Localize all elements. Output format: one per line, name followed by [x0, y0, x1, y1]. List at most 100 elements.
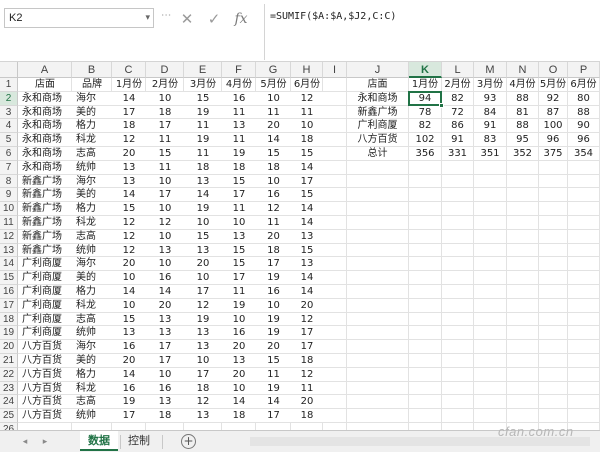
table-header-cell[interactable]: 2月份: [146, 78, 184, 92]
sales-cell[interactable]: 18: [291, 133, 323, 147]
sales-cell[interactable]: 16: [146, 381, 184, 396]
sales-cell[interactable]: 20: [291, 298, 323, 313]
sales-cell[interactable]: 11: [146, 160, 184, 175]
row-header-5[interactable]: 5: [0, 133, 18, 147]
summary-header-cell[interactable]: 1月份: [409, 78, 442, 92]
brand-cell[interactable]: 统帅: [72, 326, 112, 341]
grid-cell[interactable]: [347, 409, 409, 423]
column-header-o[interactable]: O: [539, 62, 568, 78]
summary-value-cell[interactable]: 72: [442, 105, 474, 120]
grid-cell[interactable]: [442, 216, 474, 230]
summary-header-cell[interactable]: 5月份: [539, 78, 568, 92]
brand-cell[interactable]: 科龙: [72, 381, 112, 396]
sales-cell[interactable]: 20: [291, 395, 323, 410]
sales-cell[interactable]: 13: [184, 243, 222, 258]
grid-cell[interactable]: [409, 367, 442, 382]
column-header-f[interactable]: F: [222, 62, 256, 78]
grid-cell[interactable]: [409, 243, 442, 258]
grid-cell[interactable]: [442, 354, 474, 368]
sales-cell[interactable]: 10: [184, 354, 222, 368]
insert-function-icon[interactable]: fx: [228, 8, 254, 30]
grid-cell[interactable]: [323, 326, 347, 341]
brand-cell[interactable]: 海尔: [72, 91, 112, 106]
sales-cell[interactable]: 15: [291, 243, 323, 258]
plus-circle-icon[interactable]: +: [181, 434, 196, 449]
grid-cell[interactable]: [323, 312, 347, 327]
brand-cell[interactable]: 美的: [72, 105, 112, 120]
grid-cell[interactable]: [507, 160, 539, 175]
sales-cell[interactable]: 11: [184, 147, 222, 161]
summary-value-cell[interactable]: 352: [507, 147, 539, 161]
table-header-cell[interactable]: 店面: [18, 78, 72, 92]
column-header-e[interactable]: E: [184, 62, 222, 78]
sales-cell[interactable]: 11: [291, 381, 323, 396]
sales-cell[interactable]: 15: [222, 243, 256, 258]
sales-cell[interactable]: 16: [222, 326, 256, 341]
sales-cell[interactable]: 11: [256, 367, 291, 382]
summary-value-cell[interactable]: 96: [568, 133, 600, 147]
sales-cell[interactable]: 16: [112, 381, 146, 396]
grid-cell[interactable]: [539, 243, 568, 258]
grid-cell[interactable]: [507, 174, 539, 189]
summary-value-cell[interactable]: 84: [474, 105, 507, 120]
store-cell[interactable]: 广利商厦: [18, 285, 72, 299]
grid-cell[interactable]: [442, 257, 474, 272]
summary-store-cell[interactable]: 八方百货: [347, 133, 409, 147]
sales-cell[interactable]: 15: [256, 147, 291, 161]
grid-cell[interactable]: [323, 202, 347, 216]
sales-cell[interactable]: 19: [256, 312, 291, 327]
grid-cell[interactable]: [409, 271, 442, 285]
brand-cell[interactable]: 志高: [72, 395, 112, 410]
grid-cell[interactable]: [347, 326, 409, 341]
summary-value-cell[interactable]: 95: [507, 133, 539, 147]
sales-cell[interactable]: 11: [222, 202, 256, 216]
sales-cell[interactable]: 17: [146, 340, 184, 354]
summary-value-cell[interactable]: 94: [409, 91, 442, 106]
store-cell[interactable]: 永和商场: [18, 91, 72, 106]
sales-cell[interactable]: 17: [291, 340, 323, 354]
grid-cell[interactable]: [474, 160, 507, 175]
sales-cell[interactable]: 11: [256, 216, 291, 230]
grid-cell[interactable]: [442, 202, 474, 216]
sales-cell[interactable]: 11: [222, 105, 256, 120]
sales-cell[interactable]: 10: [146, 229, 184, 244]
grid-cell[interactable]: [323, 216, 347, 230]
summary-store-cell[interactable]: 永和商场: [347, 91, 409, 106]
summary-value-cell[interactable]: 78: [409, 105, 442, 120]
sales-cell[interactable]: 11: [184, 119, 222, 134]
grid-cell[interactable]: [442, 409, 474, 423]
brand-cell[interactable]: 格力: [72, 119, 112, 134]
sheet-tab-data[interactable]: 数据: [80, 431, 118, 451]
sales-cell[interactable]: 20: [112, 257, 146, 272]
chevron-down-icon[interactable]: ▾: [145, 13, 150, 23]
grid-cell[interactable]: [442, 285, 474, 299]
table-header-cell[interactable]: 5月份: [256, 78, 291, 92]
sales-cell[interactable]: 12: [146, 216, 184, 230]
grid-cell[interactable]: [323, 298, 347, 313]
store-cell[interactable]: 八方百货: [18, 340, 72, 354]
sales-cell[interactable]: 10: [256, 91, 291, 106]
sales-cell[interactable]: 19: [184, 312, 222, 327]
grid-cell[interactable]: [507, 216, 539, 230]
grid-cell[interactable]: [323, 105, 347, 120]
grid-cell[interactable]: [323, 174, 347, 189]
scroll-left-icon[interactable]: ◂: [18, 435, 32, 449]
grid-cell[interactable]: [442, 188, 474, 203]
grid-cell[interactable]: [507, 354, 539, 368]
column-header-b[interactable]: B: [72, 62, 112, 78]
grid-cell[interactable]: [568, 257, 600, 272]
sales-cell[interactable]: 13: [112, 160, 146, 175]
sales-cell[interactable]: 20: [112, 354, 146, 368]
store-cell[interactable]: 八方百货: [18, 354, 72, 368]
summary-header-cell[interactable]: 2月份: [442, 78, 474, 92]
grid-cell[interactable]: [539, 367, 568, 382]
grid-cell[interactable]: [323, 147, 347, 161]
grid-cell[interactable]: [347, 367, 409, 382]
grid-cell[interactable]: [409, 174, 442, 189]
formula-input[interactable]: =SUMIF($A:$A,$J2,C:C): [270, 11, 396, 22]
grid-cell[interactable]: [442, 381, 474, 396]
sales-cell[interactable]: 15: [146, 147, 184, 161]
summary-value-cell[interactable]: 354: [568, 147, 600, 161]
grid-cell[interactable]: [568, 285, 600, 299]
sales-cell[interactable]: 11: [222, 285, 256, 299]
